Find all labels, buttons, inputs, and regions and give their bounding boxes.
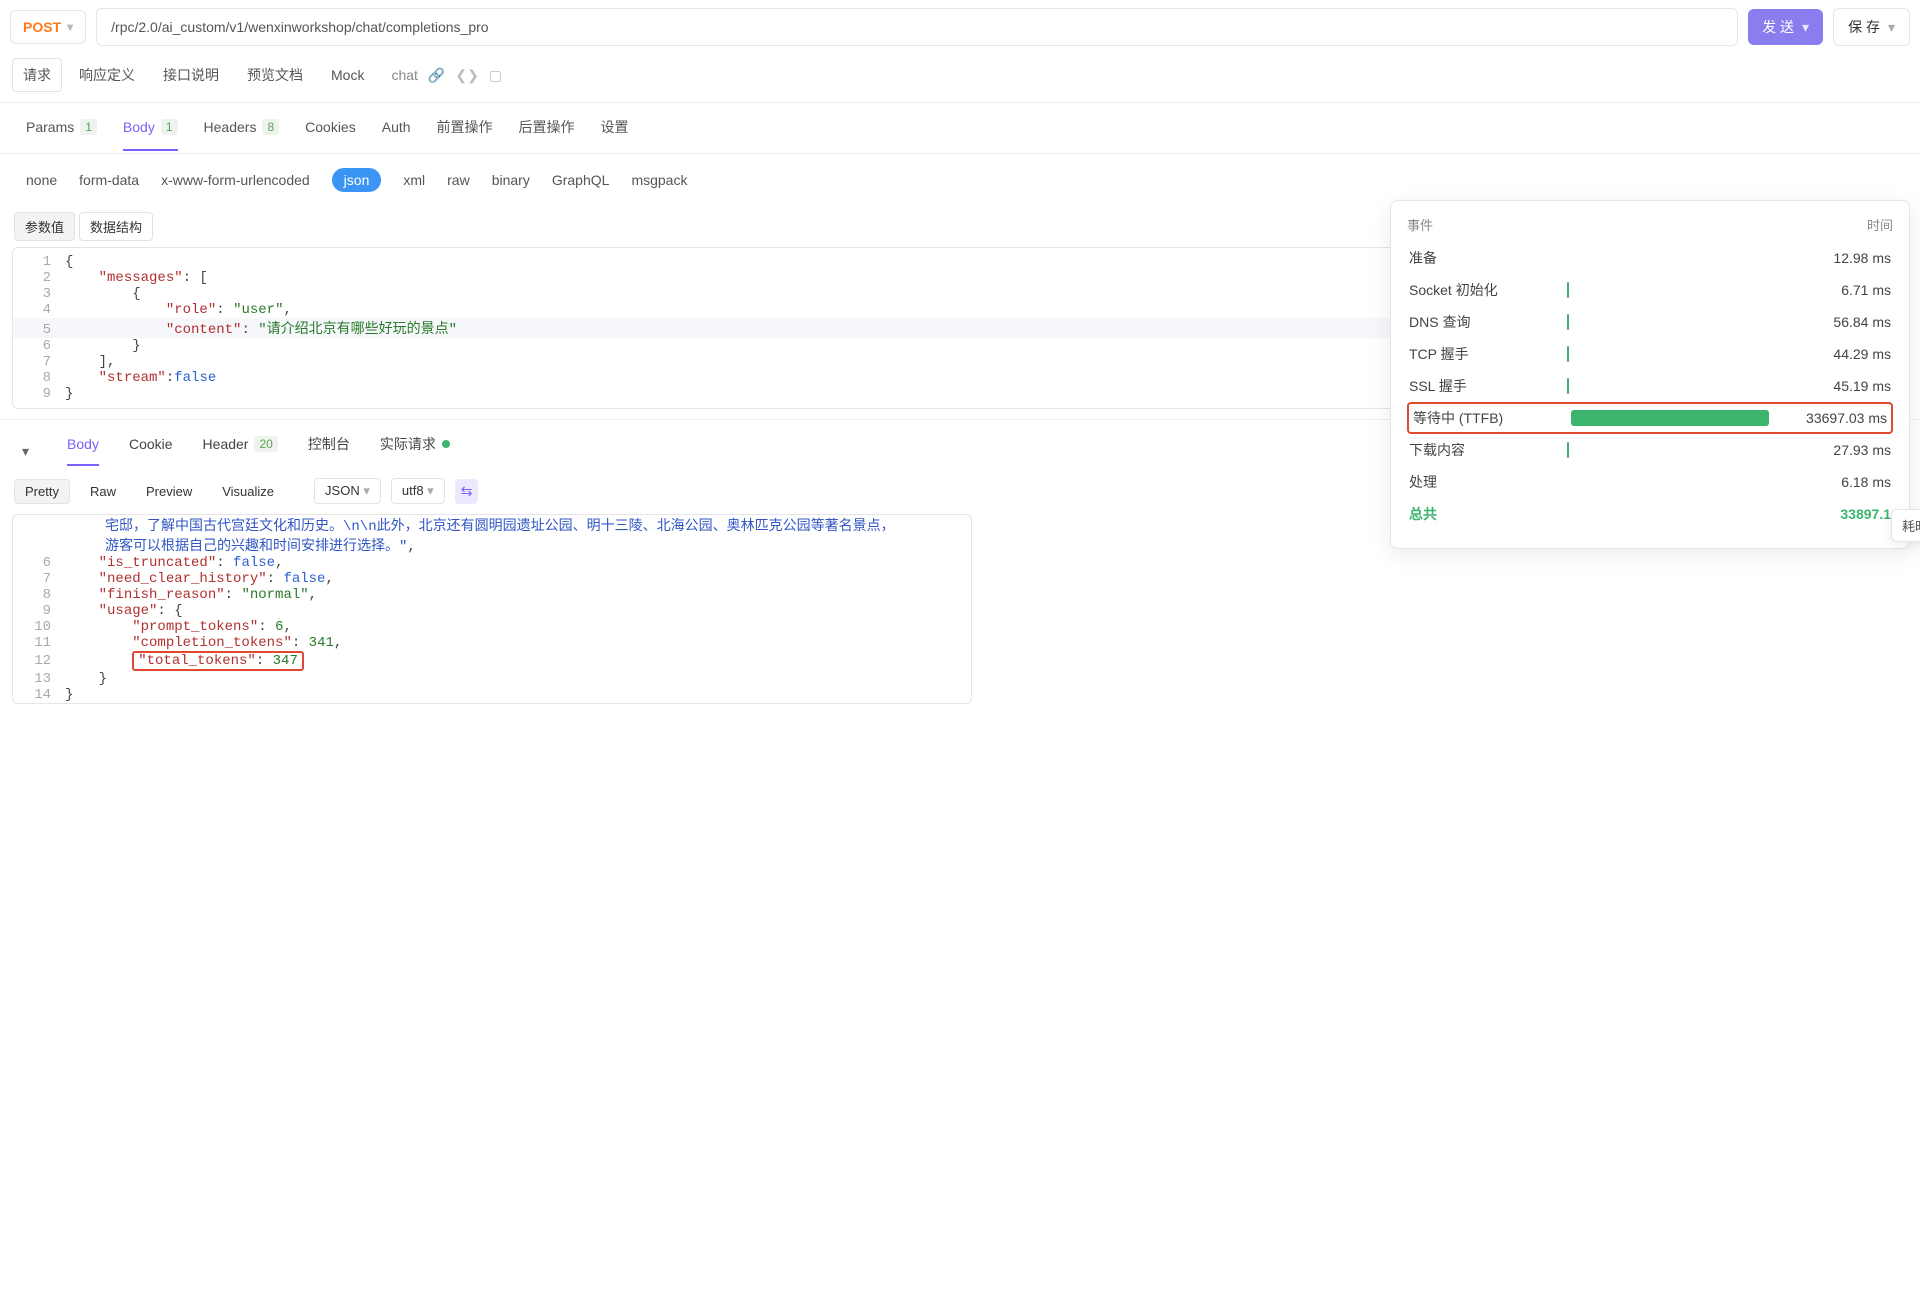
link-icon[interactable]: 🔗 <box>428 67 445 84</box>
view-raw[interactable]: Raw <box>80 480 126 503</box>
subtab-mock[interactable]: Mock <box>320 60 375 90</box>
timing-head-time: 时间 <box>1867 215 1893 234</box>
send-label: 发 送 <box>1762 17 1794 37</box>
send-button[interactable]: 发 送 ▾ <box>1748 9 1823 45</box>
bodytype-json[interactable]: json <box>332 168 382 192</box>
resp-tab-console[interactable]: 控制台 <box>308 434 350 468</box>
method-select[interactable]: POST ▾ <box>10 10 86 44</box>
format-select[interactable]: JSON ▾ <box>314 478 381 504</box>
code-line: 12 "total_tokens": 347 <box>13 651 971 671</box>
code-line: 13 } <box>13 671 971 687</box>
chevron-down-icon: ▾ <box>1802 19 1809 36</box>
seg-struct[interactable]: 数据结构 <box>79 212 153 241</box>
code-line: 11 "completion_tokens": 341, <box>13 635 971 651</box>
view-visualize[interactable]: Visualize <box>212 480 284 503</box>
count-badge: 20 <box>254 436 277 452</box>
bodytype-form-data[interactable]: form-data <box>79 172 139 188</box>
timing-row: Socket 初始化6.71 ms <box>1407 274 1893 306</box>
seg-value[interactable]: 参数值 <box>14 212 75 241</box>
resp-tab-header[interactable]: Header 20 <box>203 436 278 466</box>
subtab-response-def[interactable]: 响应定义 <box>68 58 146 92</box>
charset-select[interactable]: utf8 ▾ <box>391 478 445 504</box>
save-button[interactable]: 保 存 ▾ <box>1833 8 1910 46</box>
bodytype-msgpack[interactable]: msgpack <box>631 172 687 188</box>
resp-tab-body[interactable]: Body <box>67 436 99 466</box>
response-body-viewer[interactable]: 宅邸，了解中国古代宫廷文化和历史。\n\n此外，北京还有圆明园遗址公园、明十三陵… <box>12 514 972 704</box>
timing-row: DNS 查询56.84 ms <box>1407 306 1893 338</box>
chevron-down-icon: ▾ <box>1888 19 1895 36</box>
timing-row: SSL 握手45.19 ms <box>1407 370 1893 402</box>
save-label: 保 存 <box>1848 17 1880 37</box>
url-input[interactable]: /rpc/2.0/ai_custom/v1/wenxinworkshop/cha… <box>96 8 1738 46</box>
timing-row: TCP 握手44.29 ms <box>1407 338 1893 370</box>
resp-tab-cookie[interactable]: Cookie <box>129 436 173 466</box>
tab-cookies[interactable]: Cookies <box>305 119 356 151</box>
collapse-response-icon[interactable]: ▾ <box>22 443 29 460</box>
subtab-api-desc[interactable]: 接口说明 <box>152 58 230 92</box>
timing-row: 等待中 (TTFB)33697.03 ms <box>1407 402 1893 434</box>
timing-row: 总共33897.1 <box>1407 498 1893 530</box>
bodytype-raw[interactable]: raw <box>447 172 470 188</box>
code-line: 7 "need_clear_history": false, <box>13 571 971 587</box>
code-line: 宅邸，了解中国古代宫廷文化和历史。\n\n此外，北京还有圆明园遗址公园、明十三陵… <box>13 515 971 555</box>
view-preview[interactable]: Preview <box>136 480 202 503</box>
subtab-preview-doc[interactable]: 预览文档 <box>236 58 314 92</box>
code-line: 8 "finish_reason": "normal", <box>13 587 971 603</box>
format-icon[interactable]: ⇆ <box>455 479 479 504</box>
chevron-down-icon: ▾ <box>427 483 434 498</box>
code-line: 6 "is_truncated": false, <box>13 555 971 571</box>
chat-label: chat <box>391 67 417 83</box>
tab-auth[interactable]: Auth <box>382 119 411 151</box>
code-line: 9 "usage": { <box>13 603 971 619</box>
resp-tab-actual[interactable]: 实际请求 <box>380 434 450 468</box>
tab-headers[interactable]: Headers 8 <box>204 119 280 151</box>
subtab-request[interactable]: 请求 <box>12 58 62 92</box>
tab-settings[interactable]: 设置 <box>601 117 629 153</box>
tab-body[interactable]: Body 1 <box>123 119 178 151</box>
timing-popover: 事件 时间 准备12.98 msSocket 初始化6.71 msDNS 查询5… <box>1390 200 1910 549</box>
bodytype-graphql[interactable]: GraphQL <box>552 172 610 188</box>
timing-row: 下载内容27.93 ms <box>1407 434 1893 466</box>
timing-row: 准备12.98 ms <box>1407 242 1893 274</box>
timing-tooltip: 耗时 <box>1891 509 1920 542</box>
tab-pre[interactable]: 前置操作 <box>437 117 493 153</box>
method-label: POST <box>23 19 61 35</box>
code-icon[interactable]: ❮❯ <box>455 67 478 84</box>
code-line: 14} <box>13 687 971 703</box>
tab-post[interactable]: 后置操作 <box>519 117 575 153</box>
count-badge: 1 <box>161 119 178 135</box>
tab-params[interactable]: Params 1 <box>26 119 97 151</box>
window-icon[interactable]: ▢ <box>489 67 502 84</box>
bodytype-binary[interactable]: binary <box>492 172 530 188</box>
timing-head-event: 事件 <box>1407 215 1433 234</box>
bodytype-none[interactable]: none <box>26 172 57 188</box>
chevron-down-icon: ▾ <box>67 20 73 34</box>
status-dot-icon <box>442 440 450 448</box>
code-line: 10 "prompt_tokens": 6, <box>13 619 971 635</box>
chevron-down-icon: ▾ <box>363 483 370 498</box>
bodytype-urlencoded[interactable]: x-www-form-urlencoded <box>161 172 310 188</box>
timing-row: 处理6.18 ms <box>1407 466 1893 498</box>
view-pretty[interactable]: Pretty <box>14 479 70 504</box>
count-badge: 1 <box>80 119 97 135</box>
count-badge: 8 <box>262 119 279 135</box>
bodytype-xml[interactable]: xml <box>403 172 425 188</box>
